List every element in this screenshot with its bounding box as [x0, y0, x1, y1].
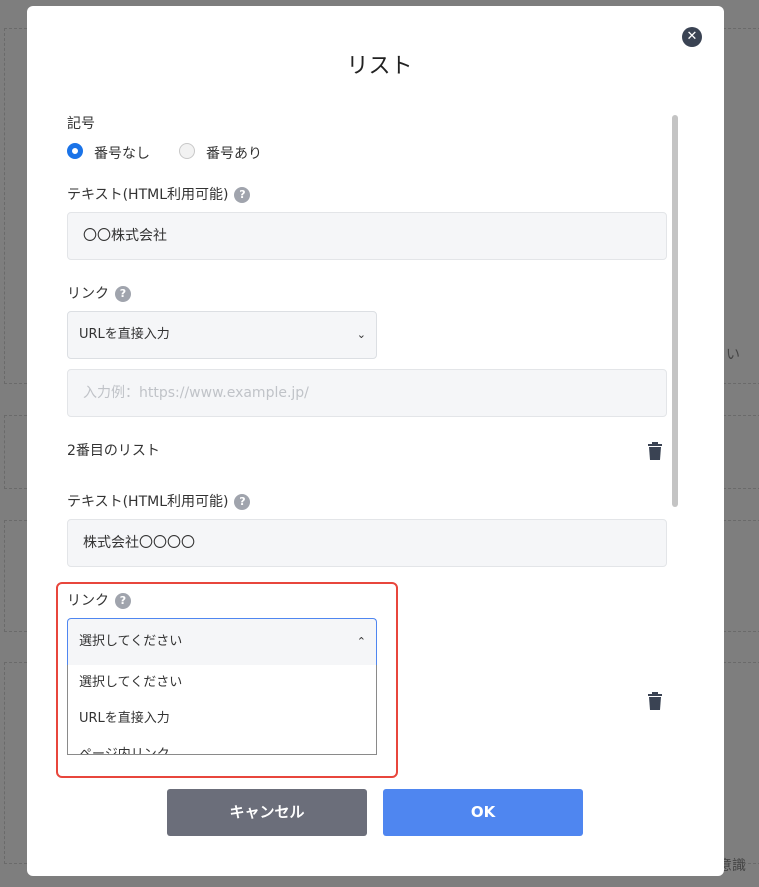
list-item-2-heading: 2番目のリスト	[67, 443, 160, 459]
cancel-button[interactable]: キャンセル	[167, 789, 367, 836]
text-label-2-text: テキスト(HTML利用可能)	[67, 494, 229, 510]
ok-button[interactable]: OK	[383, 789, 583, 836]
close-icon[interactable]: ✕	[682, 27, 702, 47]
link-label-1-text: リンク	[67, 286, 109, 302]
highlight-box	[56, 582, 398, 778]
trash-icon[interactable]	[648, 692, 662, 710]
radio-with-number[interactable]	[179, 143, 195, 159]
link-label-1: リンク?	[67, 283, 131, 303]
radio-no-number[interactable]	[67, 143, 83, 159]
help-icon[interactable]: ?	[234, 187, 251, 203]
help-icon[interactable]: ?	[234, 494, 251, 510]
text-input-1[interactable]: 〇〇株式会社	[67, 212, 667, 260]
link-select-1[interactable]: URLを直接入力 ⌄	[67, 311, 377, 359]
link-select-1-value: URLを直接入力	[79, 327, 170, 342]
symbol-label: 記号	[67, 116, 95, 132]
help-icon[interactable]: ?	[115, 286, 131, 302]
chevron-down-icon: ⌄	[356, 328, 366, 341]
text-label-1-text: テキスト(HTML利用可能)	[67, 187, 229, 203]
text-input-2[interactable]: 株式会社〇〇〇〇	[67, 519, 667, 567]
radio-label-with-number: 番号あり	[206, 146, 262, 162]
background-text: い	[726, 347, 740, 363]
url-input-1[interactable]: 入力例：https://www.example.jp/	[67, 369, 667, 417]
radio-label-no-number: 番号なし	[94, 146, 150, 162]
modal-title: リスト	[346, 54, 413, 79]
scrollbar[interactable]	[672, 115, 678, 507]
text-label-2: テキスト(HTML利用可能)?	[67, 491, 251, 511]
trash-icon[interactable]	[648, 442, 662, 460]
text-label-1: テキスト(HTML利用可能)?	[67, 184, 251, 204]
